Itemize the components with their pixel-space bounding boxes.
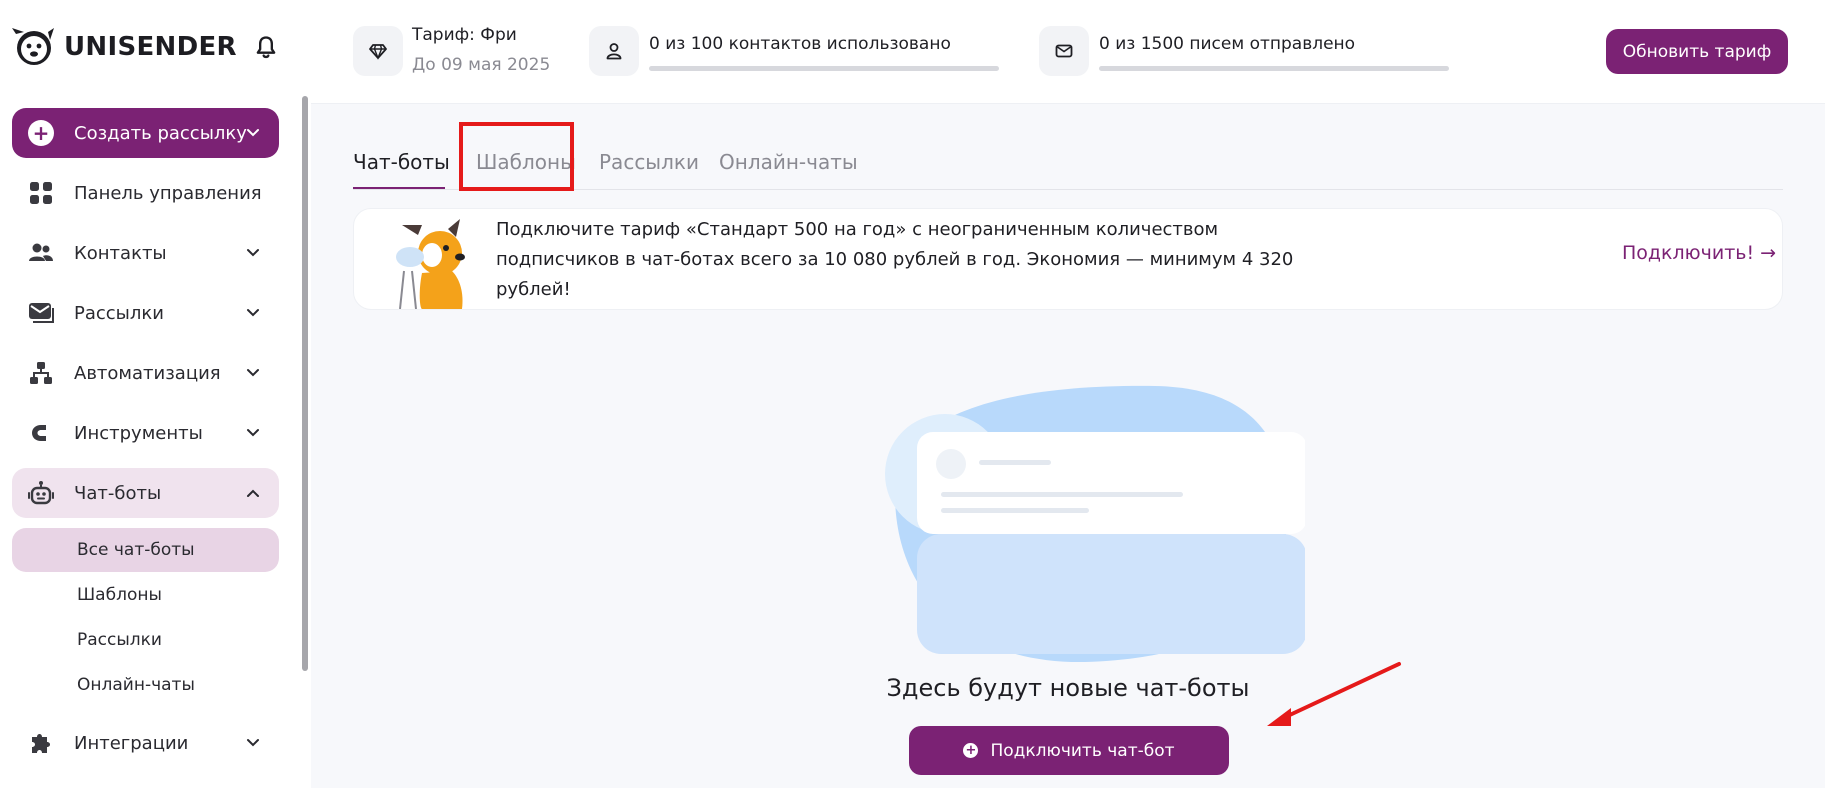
red-arrow-annotation-icon bbox=[1267, 662, 1401, 726]
puzzle-icon bbox=[28, 730, 54, 756]
submenu-online-chats[interactable]: Онлайн-чаты bbox=[12, 663, 279, 707]
chevron-down-icon bbox=[247, 249, 259, 257]
sidebar: UNISENDER + Создать рассылку Панель упра… bbox=[0, 0, 311, 788]
submenu-all-chatbots[interactable]: Все чат-боты bbox=[12, 528, 279, 572]
plus-icon: + bbox=[963, 743, 979, 758]
sidebar-item-chatbots[interactable]: Чат-боты bbox=[12, 468, 279, 518]
emails-usage-text: 0 из 1500 писем отправлено bbox=[1099, 34, 1356, 54]
submenu-label: Онлайн-чаты bbox=[77, 675, 195, 695]
sidebar-item-integrations[interactable]: Интеграции bbox=[12, 718, 279, 768]
sidebar-item-automation[interactable]: Автоматизация bbox=[12, 348, 279, 398]
user-icon bbox=[606, 43, 622, 60]
sidebar-item-label: Интеграции bbox=[74, 732, 189, 754]
submenu-templates[interactable]: Шаблоны bbox=[12, 573, 279, 617]
contacts-usage-bar bbox=[649, 66, 999, 71]
sidebar-item-label: Рассылки bbox=[74, 302, 164, 324]
chevron-down-icon bbox=[247, 739, 259, 747]
connect-chatbot-label: Подключить чат-бот bbox=[990, 740, 1175, 761]
sidebar-item-label: Чат-боты bbox=[74, 482, 162, 504]
submenu-label: Шаблоны bbox=[77, 585, 162, 605]
plan-until: До 09 мая 2025 bbox=[412, 55, 551, 75]
logo-text: UNISENDER bbox=[64, 32, 237, 62]
active-tab-underline bbox=[353, 187, 445, 189]
dog-mascot-illustration bbox=[396, 219, 465, 309]
tab-chatbots[interactable]: Чат-боты bbox=[353, 150, 450, 174]
diamond-icon bbox=[369, 44, 387, 60]
emails-usage-badge bbox=[1039, 26, 1089, 76]
sidebar-item-dashboard[interactable]: Панель управления bbox=[12, 168, 279, 218]
promo-banner: Подключите тариф «Стандарт 500 на год» с… bbox=[353, 208, 1783, 310]
mail-icon bbox=[28, 300, 54, 326]
empty-state-title: Здесь будут новые чат-боты bbox=[886, 674, 1250, 702]
logo[interactable]: UNISENDER bbox=[10, 26, 237, 68]
sidebar-scrollbar[interactable] bbox=[302, 96, 308, 671]
plus-icon: + bbox=[28, 120, 54, 146]
chevron-down-icon bbox=[247, 129, 259, 137]
submenu-label: Все чат-боты bbox=[77, 540, 195, 560]
notification-bell-icon[interactable] bbox=[252, 34, 280, 62]
sidebar-item-label: Панель управления bbox=[74, 182, 262, 204]
dog-logo-icon bbox=[12, 28, 54, 65]
create-campaign-button[interactable]: + Создать рассылку bbox=[12, 108, 279, 158]
plan-title: Тариф: Фри bbox=[412, 25, 517, 45]
tab-online-chats[interactable]: Онлайн-чаты bbox=[719, 150, 858, 174]
submenu-label: Рассылки bbox=[77, 630, 162, 650]
chevron-up-icon bbox=[247, 489, 259, 497]
tab-broadcasts[interactable]: Рассылки bbox=[599, 150, 699, 174]
plan-badge[interactable] bbox=[353, 26, 403, 76]
envelope-icon bbox=[1055, 44, 1073, 58]
sidebar-item-campaigns[interactable]: Рассылки bbox=[12, 288, 279, 338]
chevron-down-icon bbox=[247, 309, 259, 317]
automation-icon bbox=[28, 360, 54, 386]
promo-connect-link[interactable]: Подключить! → bbox=[1622, 242, 1776, 264]
chevron-down-icon bbox=[247, 429, 259, 437]
sidebar-item-tools[interactable]: Инструменты bbox=[12, 408, 279, 458]
highlight-annotation-box bbox=[459, 122, 574, 191]
empty-state-illustration bbox=[885, 385, 1305, 663]
upgrade-plan-button[interactable]: Обновить тариф bbox=[1606, 29, 1788, 74]
sidebar-item-label: Инструменты bbox=[74, 422, 203, 444]
sidebar-item-label: Автоматизация bbox=[74, 362, 221, 384]
chevron-down-icon bbox=[247, 369, 259, 377]
bot-icon bbox=[28, 480, 54, 506]
dashboard-icon bbox=[28, 180, 54, 206]
magnet-icon bbox=[28, 420, 54, 446]
topbar: Тариф: Фри До 09 мая 2025 0 из 100 конта… bbox=[311, 0, 1825, 104]
contacts-icon bbox=[28, 240, 54, 266]
contacts-usage-text: 0 из 100 контактов использовано bbox=[649, 34, 951, 54]
contacts-usage-badge bbox=[589, 26, 639, 76]
sidebar-item-label: Контакты bbox=[74, 242, 167, 264]
connect-chatbot-button[interactable]: + Подключить чат-бот bbox=[909, 726, 1229, 775]
sidebar-item-contacts[interactable]: Контакты bbox=[12, 228, 279, 278]
promo-text: Подключите тариф «Стандарт 500 на год» с… bbox=[496, 219, 1294, 300]
create-campaign-label: Создать рассылку bbox=[74, 122, 247, 144]
emails-usage-bar bbox=[1099, 66, 1449, 71]
main-content: Чат-боты Шаблоны Рассылки Онлайн-чаты По… bbox=[311, 104, 1825, 788]
submenu-broadcasts[interactable]: Рассылки bbox=[12, 618, 279, 662]
